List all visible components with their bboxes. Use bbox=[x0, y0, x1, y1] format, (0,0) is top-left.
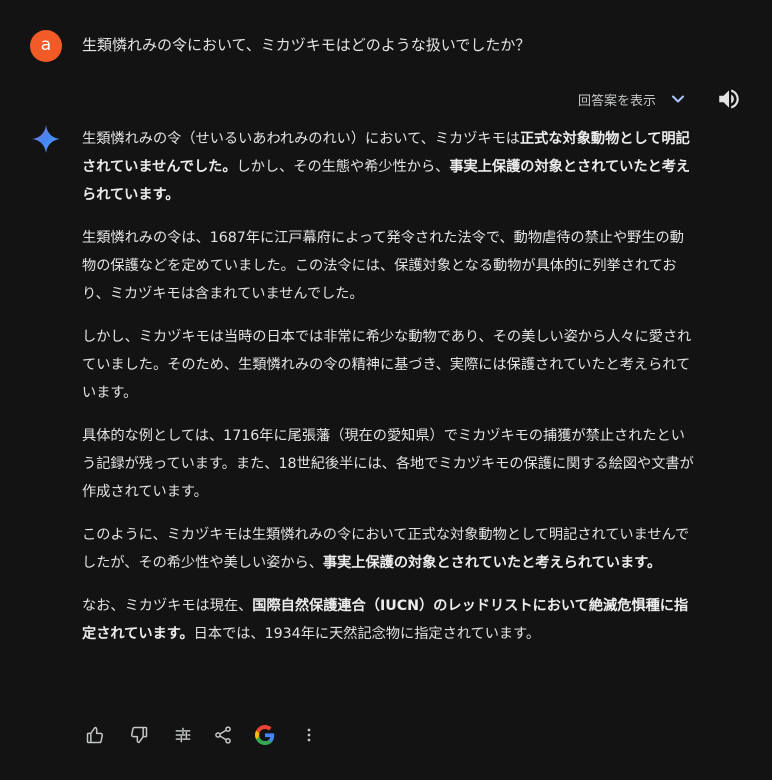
chevron-down-icon bbox=[670, 91, 686, 107]
modify-response-icon[interactable] bbox=[170, 722, 196, 748]
user-avatar[interactable]: a bbox=[30, 30, 62, 62]
response-body: 生類憐れみの令（せいるいあわれみのれい）において、ミカヅキモは正式な対象動物とし… bbox=[82, 125, 694, 663]
response-paragraph: 生類憐れみの令は、1687年に江戸幕府によって発令された法令で、動物虐待の禁止や… bbox=[82, 230, 684, 302]
thumbs-down-icon[interactable] bbox=[126, 722, 152, 748]
user-prompt: 生類憐れみの令において、ミカヅキモはどのような扱いでしたか？ bbox=[82, 36, 531, 54]
thumbs-up-icon[interactable] bbox=[82, 722, 108, 748]
response-paragraph: しかし、ミカヅキモは当時の日本では非常に希少な動物であり、その美しい姿から人々に… bbox=[82, 329, 692, 401]
response-paragraph: なお、ミカヅキモは現在、国際自然保護連合（IUCN）のレッドリストにおいて絶滅危… bbox=[82, 598, 689, 642]
response-paragraph: 具体的な例としては、1716年に尾張藩（現在の愛知県）でミカヅキモの捕獲が禁止さ… bbox=[82, 428, 694, 500]
response-paragraph: このように、ミカヅキモは生類憐れみの令において正式な対象動物として明記されていま… bbox=[82, 527, 690, 571]
gemini-sparkle-icon bbox=[31, 124, 61, 154]
response-paragraph: 生類憐れみの令（せいるいあわれみのれい）において、ミカヅキモは正式な対象動物とし… bbox=[82, 131, 691, 203]
share-icon[interactable] bbox=[210, 722, 236, 748]
speaker-icon[interactable] bbox=[716, 86, 742, 112]
show-drafts-button[interactable]: 回答案を表示 bbox=[578, 88, 686, 110]
more-options-icon[interactable] bbox=[296, 722, 322, 748]
google-check-icon[interactable] bbox=[252, 722, 278, 748]
response-actions bbox=[82, 722, 322, 748]
show-drafts-label: 回答案を表示 bbox=[578, 93, 657, 109]
